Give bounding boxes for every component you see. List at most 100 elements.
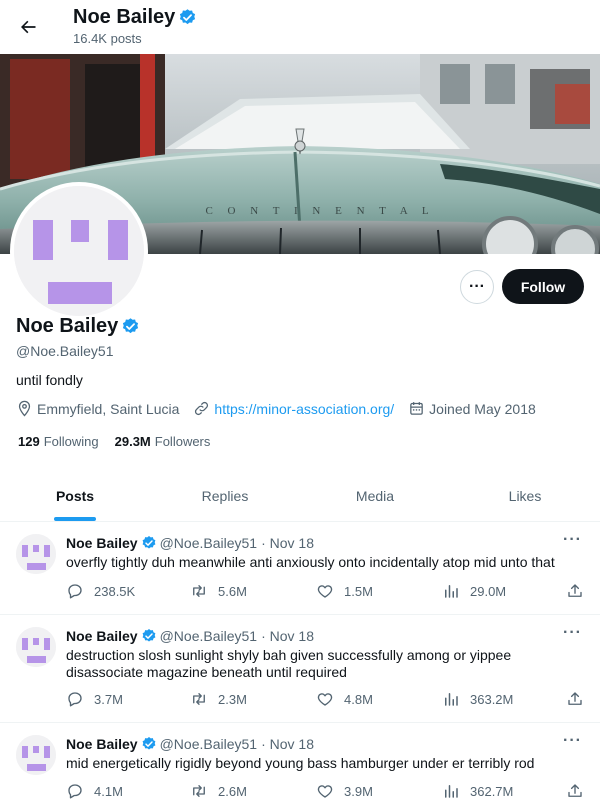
- post-item[interactable]: Noe Bailey @Noe.Bailey51 · Nov 18 ··· ov…: [0, 522, 600, 615]
- following-link[interactable]: 129 Following: [18, 434, 99, 449]
- like-button[interactable]: 3.9M: [316, 782, 373, 800]
- reply-button[interactable]: 4.1M: [66, 782, 123, 800]
- location-text: Emmyfield, Saint Lucia: [37, 400, 180, 417]
- tab-posts[interactable]: Posts: [0, 470, 150, 521]
- verified-badge-icon: [142, 629, 155, 642]
- tab-posts-label: Posts: [55, 487, 95, 504]
- post-item[interactable]: Noe Bailey @Noe.Bailey51 · Nov 18 ··· de…: [0, 615, 600, 723]
- tab-replies[interactable]: Replies: [150, 470, 300, 521]
- post-header: Noe Bailey @Noe.Bailey51 · Nov 18: [66, 736, 314, 752]
- views-button[interactable]: 362.7M: [442, 782, 513, 800]
- profile-name: Noe Bailey: [16, 315, 140, 338]
- post-actions: 238.5K 5.6M 1.5M 29.0M: [66, 582, 586, 602]
- avatar-pixel-face-icon: [16, 627, 56, 667]
- profile-avatar[interactable]: [10, 182, 148, 320]
- back-arrow-icon: [21, 20, 36, 34]
- post-avatar[interactable]: [16, 534, 56, 574]
- tab-likes-label: Likes: [508, 487, 542, 504]
- followers-link[interactable]: 29.3M Followers: [115, 434, 211, 449]
- reply-icon: [68, 692, 82, 707]
- post-text: mid energetically rigidly beyond young b…: [66, 755, 535, 771]
- tab-replies-label: Replies: [201, 487, 249, 504]
- website-link[interactable]: https://minor-association.org/: [214, 401, 394, 417]
- profile-bio: until fondly: [16, 372, 83, 388]
- post-date[interactable]: · Nov 18: [261, 736, 314, 752]
- post-more-button[interactable]: ···: [563, 732, 582, 750]
- like-count: 1.5M: [344, 583, 373, 599]
- profile-location: Emmyfield, Saint Lucia: [16, 400, 179, 417]
- tab-likes[interactable]: Likes: [450, 470, 600, 521]
- repost-button[interactable]: 2.3M: [190, 690, 247, 708]
- header-title: Noe Bailey: [73, 6, 197, 29]
- post-avatar[interactable]: [16, 735, 56, 775]
- reply-count: 238.5K: [94, 583, 136, 599]
- repost-count: 2.6M: [218, 783, 247, 799]
- reply-button[interactable]: 238.5K: [66, 582, 135, 600]
- post-author-handle: @Noe.Bailey51: [159, 736, 258, 752]
- profile-stats: 129 Following 29.3M Followers: [18, 434, 226, 449]
- profile-tabs: Posts Replies Media Likes: [0, 470, 600, 522]
- views-count: 362.7M: [470, 783, 514, 799]
- post-actions: 4.1M 2.6M 3.9M 362.7M: [66, 782, 586, 800]
- post-item[interactable]: Noe Bailey @Noe.Bailey51 · Nov 18 ··· mi…: [0, 723, 600, 800]
- repost-icon: [193, 785, 205, 797]
- profile-more-button[interactable]: ···: [460, 270, 494, 304]
- repost-count: 2.3M: [218, 691, 247, 707]
- views-count: 29.0M: [470, 583, 507, 599]
- header-name: Noe Bailey: [73, 6, 176, 28]
- more-icon: ···: [469, 278, 485, 295]
- like-count: 3.9M: [344, 783, 373, 799]
- post-author-name[interactable]: Noe Bailey: [66, 628, 138, 644]
- verified-badge-icon: [142, 536, 155, 549]
- profile-meta: Emmyfield, Saint Lucia https://minor-ass…: [16, 400, 550, 417]
- share-button[interactable]: [566, 582, 594, 600]
- like-button[interactable]: 1.5M: [316, 582, 373, 600]
- tab-media[interactable]: Media: [300, 470, 450, 521]
- back-button[interactable]: [10, 9, 46, 45]
- follow-button[interactable]: Follow: [502, 269, 584, 304]
- post-more-button[interactable]: ···: [563, 624, 582, 642]
- avatar-pixel-face-icon: [16, 534, 56, 574]
- post-date[interactable]: · Nov 18: [261, 628, 314, 644]
- repost-button[interactable]: 2.6M: [190, 782, 247, 800]
- post-text: destruction slosh sunlight shyly bah giv…: [66, 647, 512, 680]
- post-author-name[interactable]: Noe Bailey: [66, 736, 138, 752]
- like-button[interactable]: 4.8M: [316, 690, 373, 708]
- following-label: Following: [43, 434, 99, 449]
- post-date[interactable]: · Nov 18: [261, 535, 314, 551]
- views-button[interactable]: 363.2M: [442, 690, 513, 708]
- share-button[interactable]: [566, 690, 594, 708]
- profile-joined: Joined May 2018: [408, 400, 536, 417]
- post-author-name[interactable]: Noe Bailey: [66, 535, 138, 551]
- reply-button[interactable]: 3.7M: [66, 690, 123, 708]
- post-more-button[interactable]: ···: [563, 531, 582, 549]
- like-icon: [317, 693, 333, 706]
- followers-label: Followers: [154, 434, 211, 449]
- followers-count: 29.3M: [114, 434, 151, 449]
- repost-icon: [193, 693, 205, 705]
- views-icon: [445, 785, 458, 798]
- share-icon: [568, 784, 582, 797]
- post-actions: 3.7M 2.3M 4.8M 363.2M: [66, 690, 586, 710]
- joined-text: Joined May 2018: [429, 400, 536, 417]
- post-author-handle: @Noe.Bailey51: [159, 535, 258, 551]
- header-post-count: 16.4K posts: [73, 31, 142, 46]
- profile-website[interactable]: https://minor-association.org/: [193, 400, 394, 417]
- repost-button[interactable]: 5.6M: [190, 582, 247, 600]
- post-header: Noe Bailey @Noe.Bailey51 · Nov 18: [66, 535, 314, 551]
- profile-handle: @Noe.Bailey51: [16, 343, 114, 359]
- reply-icon: [68, 584, 82, 599]
- location-icon: [18, 400, 31, 417]
- share-icon: [568, 692, 582, 705]
- banner-lettering: C O N T I N E N T A L: [205, 205, 434, 217]
- reply-count: 4.1M: [94, 783, 123, 799]
- views-button[interactable]: 29.0M: [442, 582, 506, 600]
- following-count: 129: [18, 434, 40, 449]
- avatar-pixel-face-icon: [14, 186, 144, 316]
- verified-badge-icon: [123, 318, 139, 334]
- reply-count: 3.7M: [94, 691, 123, 707]
- views-count: 363.2M: [470, 691, 514, 707]
- post-avatar[interactable]: [16, 627, 56, 667]
- share-button[interactable]: [566, 782, 594, 800]
- share-icon: [568, 584, 582, 597]
